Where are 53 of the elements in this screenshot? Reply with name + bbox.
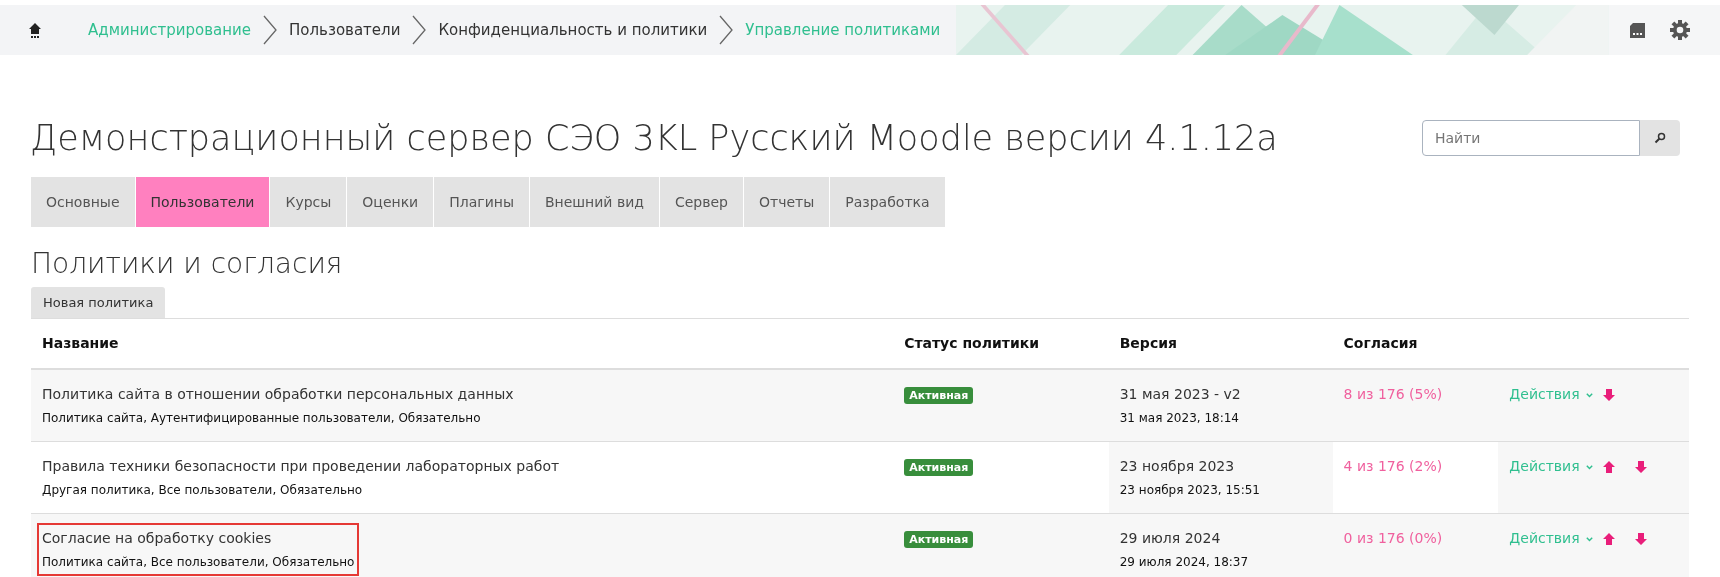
nav-tab[interactable]: Отчеты [744,177,831,227]
caret-icon [1584,534,1594,544]
chevron-separator-icon [412,15,427,45]
arrow-up-icon[interactable] [1601,531,1616,546]
status-badge: Активная [904,387,974,405]
breadcrumb-item: Конфиденциальность и политики [438,19,708,41]
version-date: 23 ноября 2023, 15:51 [1119,482,1261,500]
consents-link[interactable]: 0 из 176 (0%) [1343,530,1443,547]
home-icon[interactable] [28,22,42,38]
search-icon [1654,132,1666,144]
nav-tab[interactable]: Курсы [270,177,348,227]
nav-tab[interactable]: Пользователи [135,177,271,227]
nav-tab[interactable]: Плагины [434,177,530,227]
caret-icon [1584,462,1594,472]
version-text: 23 ноября 2023 [1119,457,1236,477]
status-badge: Активная [904,459,974,477]
chevron-separator-icon [719,15,734,45]
column-header: Согласия [1343,335,1418,352]
search-button[interactable] [1640,120,1680,156]
nav-tab[interactable]: Внешний вид [529,177,660,227]
policy-name: Политика сайта в отношении обработки персональных данных [42,385,515,405]
caret-icon [1584,390,1594,400]
nav-tab[interactable]: Сервер [659,177,744,227]
search-field[interactable]: Найти [1422,120,1640,156]
policy-name: Согласие на обработку cookies [42,529,273,549]
status-badge: Активная [904,531,974,549]
consents-link[interactable]: 4 из 176 (2%) [1343,458,1443,475]
nav-tab[interactable]: Оценки [347,177,435,227]
version-date: 29 июля 2024, 18:37 [1119,554,1250,572]
sd-card-icon[interactable] [1629,21,1646,39]
column-header: Название [42,335,119,352]
site-title: Демонстрационный сервер СЭО 3KL Русский Moodle версии 4.1.12a [30,117,1278,159]
version-date: 31 мая 2023, 18:14 [1119,410,1240,428]
arrow-down-icon[interactable] [1633,531,1648,546]
chevron-separator-icon [263,15,278,45]
policy-name: Правила техники безопасности при проведении лабораторных работ [42,457,561,477]
consents-link[interactable]: 8 из 176 (5%) [1343,386,1443,403]
policy-details: Политика сайта, Аутентифицированные пользователи, Обязательно [42,410,482,428]
column-header: Версия [1119,335,1177,352]
breadcrumb-item: Пользователи [289,19,401,41]
page-heading: Политики и согласия [31,247,344,281]
version-text: 31 мая 2023 - v2 [1119,385,1242,405]
new-policy-button[interactable]: Новая политика [31,286,166,319]
version-text: 29 июля 2024 [1119,529,1222,549]
settings-icon[interactable] [1670,20,1690,40]
arrow-down-icon[interactable] [1601,387,1616,402]
policy-details: Другая политика, Все пользователи, Обязательно [42,482,364,500]
nav-tab[interactable]: Основные [31,177,136,227]
nav-tab[interactable]: Разработка [830,177,946,227]
policy-details: Политика сайта, Все пользователи, Обязательно [42,554,355,572]
arrow-down-icon[interactable] [1633,459,1648,474]
arrow-up-icon[interactable] [1601,459,1616,474]
column-header: Статус политики [904,335,1039,352]
